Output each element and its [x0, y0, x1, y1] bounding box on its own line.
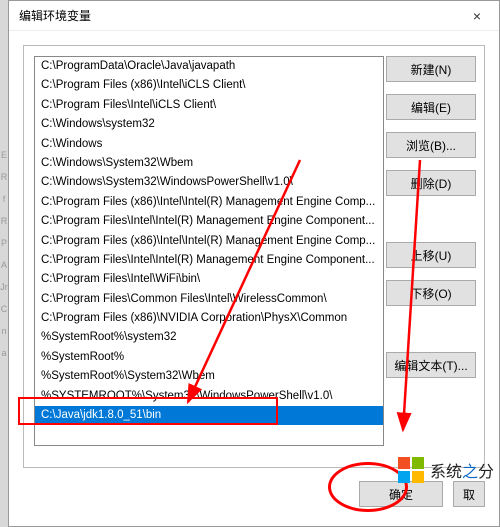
path-row[interactable]: C:\Program Files\Intel\WiFi\bin\: [35, 270, 383, 289]
new-button[interactable]: 新建(N): [386, 56, 476, 82]
cancel-button[interactable]: 取: [453, 481, 485, 507]
browse-button[interactable]: 浏览(B)...: [386, 132, 476, 158]
path-row[interactable]: C:\Program Files\Intel\Intel(R) Manageme…: [35, 251, 383, 270]
path-listbox[interactable]: C:\ProgramData\Oracle\Java\javapathC:\Pr…: [34, 56, 384, 446]
close-icon: ×: [473, 8, 481, 24]
watermark-text: 系统之分: [430, 458, 494, 482]
path-row[interactable]: C:\Program Files (x86)\Intel\Intel(R) Ma…: [35, 193, 383, 212]
edit-button[interactable]: 编辑(E): [386, 94, 476, 120]
path-row[interactable]: C:\Program Files\Common Files\Intel\Wire…: [35, 290, 383, 309]
ms-logo-icon: [398, 457, 424, 483]
move-down-button[interactable]: 下移(O): [386, 280, 476, 306]
path-row[interactable]: C:\Program Files\Intel\Intel(R) Manageme…: [35, 212, 383, 231]
path-row[interactable]: C:\Java\jdk1.8.0_51\bin: [35, 406, 383, 425]
button-column: 新建(N) 编辑(E) 浏览(B)... 删除(D) 上移(U) 下移(O) 编…: [386, 56, 476, 378]
path-row[interactable]: C:\Program Files\Intel\iCLS Client\: [35, 96, 383, 115]
ok-button[interactable]: 确定: [359, 481, 443, 507]
backdrop: ERfRPAJrCna 编辑环境变量 × C:\ProgramData\Orac…: [0, 0, 500, 527]
edit-text-button[interactable]: 编辑文本(T)...: [386, 352, 476, 378]
delete-button[interactable]: 删除(D): [386, 170, 476, 196]
path-row[interactable]: %SystemRoot%\system32: [35, 328, 383, 347]
path-row[interactable]: C:\Windows: [35, 135, 383, 154]
close-button[interactable]: ×: [455, 2, 499, 30]
titlebar: 编辑环境变量 ×: [9, 1, 499, 31]
background-left-strip: ERfRPAJrCna: [0, 0, 8, 527]
path-row[interactable]: C:\Windows\System32\Wbem: [35, 154, 383, 173]
edit-env-var-dialog: 编辑环境变量 × C:\ProgramData\Oracle\Java\java…: [8, 0, 500, 527]
path-row[interactable]: C:\Program Files (x86)\Intel\iCLS Client…: [35, 76, 383, 95]
dialog-title: 编辑环境变量: [19, 7, 91, 24]
spacer: [386, 318, 476, 340]
path-row[interactable]: %SYSTEMROOT%\System32\WindowsPowerShell\…: [35, 387, 383, 406]
path-row[interactable]: C:\Windows\system32: [35, 115, 383, 134]
path-row[interactable]: C:\Windows\System32\WindowsPowerShell\v1…: [35, 173, 383, 192]
move-up-button[interactable]: 上移(U): [386, 242, 476, 268]
path-row[interactable]: C:\ProgramData\Oracle\Java\javapath: [35, 57, 383, 76]
dialog-body: C:\ProgramData\Oracle\Java\javapathC:\Pr…: [23, 45, 485, 468]
path-row[interactable]: %SystemRoot%\System32\Wbem: [35, 367, 383, 386]
watermark: 系统之分: [398, 457, 494, 483]
path-row[interactable]: C:\Program Files (x86)\NVIDIA Corporatio…: [35, 309, 383, 328]
path-row[interactable]: %SystemRoot%: [35, 348, 383, 367]
path-row[interactable]: C:\Program Files (x86)\Intel\Intel(R) Ma…: [35, 232, 383, 251]
spacer: [386, 208, 476, 230]
